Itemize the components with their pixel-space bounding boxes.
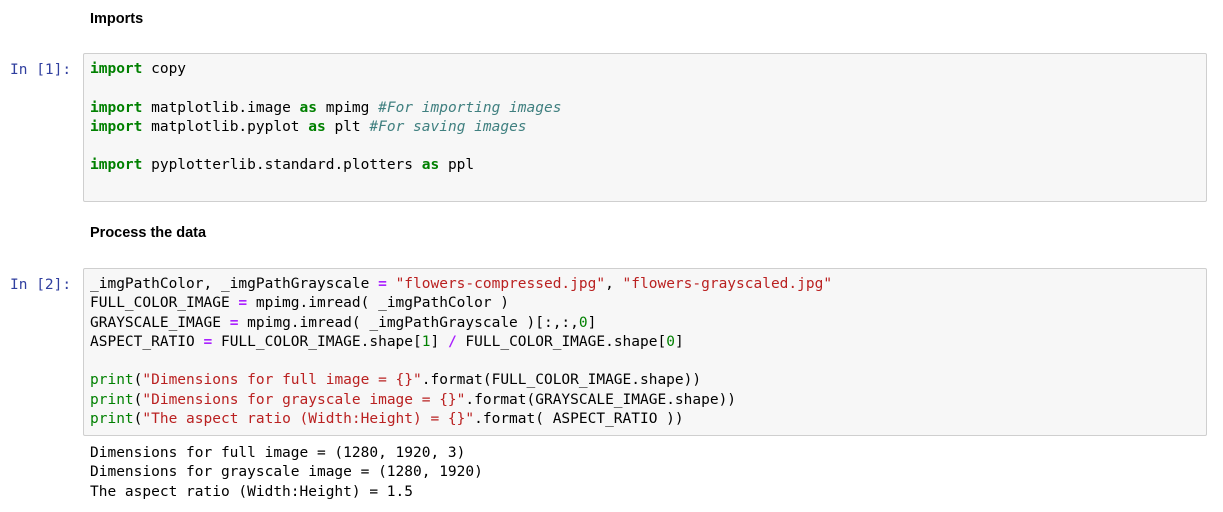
code-line: import pyplotterlib.standard.plotters as…	[90, 157, 475, 174]
code-cell-2-source: _imgPathColor, _imgPathGrayscale = "flow…	[84, 269, 1206, 429]
code-line: import copy	[90, 61, 187, 77]
code-cell-1-input[interactable]: import copy import matplotlib.image as m…	[83, 53, 1207, 202]
code-cell-2-input[interactable]: _imgPathColor, _imgPathGrayscale = "flow…	[83, 268, 1207, 436]
cell-2-prompt: In [2]:	[10, 277, 72, 293]
code-line: print("The aspect ratio (Width:Height) =…	[90, 411, 684, 428]
output-line: Dimensions for full image = (1280, 1920,…	[90, 445, 466, 461]
code-line: ASPECT_RATIO = FULL_COLOR_IMAGE.shape[1]…	[90, 333, 684, 350]
markdown-heading-process-data: Process the data	[90, 225, 207, 241]
code-cell-1-source: import copy import matplotlib.image as m…	[84, 54, 1206, 176]
code-line: print("Dimensions for grayscale image = …	[90, 391, 737, 408]
output-line: The aspect ratio (Width:Height) = 1.5	[90, 483, 414, 500]
code-cell-2-output: Dimensions for full image = (1280, 1920,…	[90, 444, 483, 502]
code-line: _imgPathColor, _imgPathGrayscale = "flow…	[90, 276, 833, 292]
output-line: Dimensions for grayscale image = (1280, …	[90, 464, 483, 481]
code-line: GRAYSCALE_IMAGE = mpimg.imread( _imgPath…	[90, 314, 597, 331]
code-line: FULL_COLOR_IMAGE = mpimg.imread( _imgPat…	[90, 295, 510, 312]
code-line: import matplotlib.image as mpimg #For im…	[90, 99, 562, 116]
markdown-heading-imports: Imports	[90, 11, 144, 27]
cell-1-prompt: In [1]:	[10, 62, 72, 78]
code-line: print("Dimensions for full image = {}".f…	[90, 372, 702, 389]
code-line: import matplotlib.pyplot as plt #For sav…	[90, 118, 527, 135]
